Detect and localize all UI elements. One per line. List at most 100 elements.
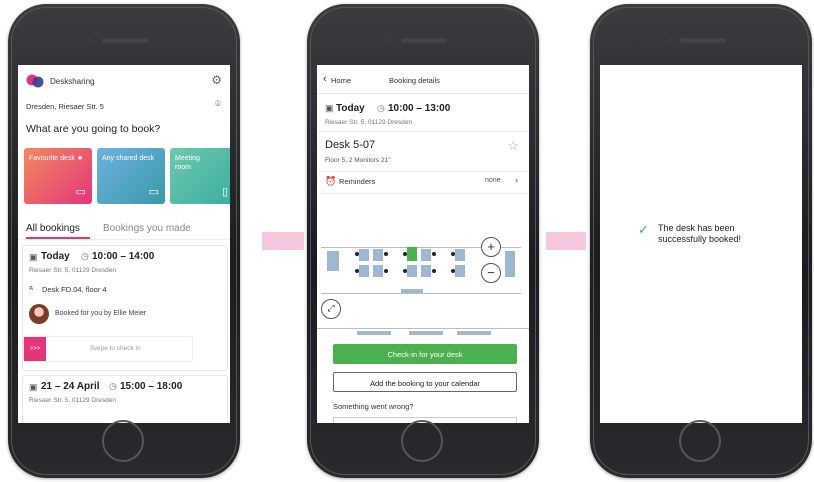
desk[interactable] (407, 265, 417, 277)
booking2-date: 21 – 24 April (41, 381, 100, 392)
chair (432, 269, 436, 273)
header-divider (317, 93, 529, 94)
room-icon: ▯ (221, 186, 228, 198)
zoom-in-button[interactable]: + (481, 237, 501, 257)
home-button[interactable] (102, 420, 144, 462)
booking-time: 10:00 – 14:00 (92, 251, 155, 262)
add-to-calendar-label: Add the booking to your calendar (369, 379, 481, 388)
zoom-out-button[interactable]: − (481, 263, 501, 283)
reminders-label: Reminders (339, 177, 376, 186)
tile-shared-desk[interactable]: Any shared desk ▭ (97, 148, 165, 204)
desk[interactable] (327, 251, 339, 271)
chair (384, 269, 388, 273)
chair (384, 252, 388, 256)
desk[interactable] (455, 265, 465, 277)
desk[interactable] (401, 289, 423, 293)
add-to-calendar-button[interactable]: Add the booking to your calendar (333, 372, 517, 392)
home-button[interactable] (401, 420, 443, 462)
back-chevron-icon[interactable]: ‹ (323, 73, 327, 85)
alarm-clock-icon: ⏰ (325, 176, 337, 186)
swipe-to-check-in[interactable]: >>> Swipe to check in (23, 336, 193, 362)
booking-card-april[interactable]: ▣ 21 – 24 April ◷ 15:00 – 18:00 Riesaer … (22, 375, 228, 423)
phone-confirmation: ✓ The desk has been successfully booked! (590, 4, 812, 478)
front-camera (385, 36, 392, 43)
swipe-handle[interactable]: >>> (24, 337, 46, 361)
chair (403, 269, 407, 273)
desk-chair-icon: ▭ (148, 186, 159, 198)
app-logo-icon (26, 74, 44, 88)
clock-icon: ◷ (81, 251, 89, 261)
check-in-label: Check-in for your desk (387, 350, 463, 359)
booking-address: Riesaer Str. 5, 01129 Dresden (29, 267, 116, 274)
page-title: Booking details (389, 76, 440, 85)
desk[interactable] (359, 265, 369, 277)
swipe-handle-arrows: >>> (29, 346, 41, 352)
tab-all-bookings[interactable]: All bookings (26, 223, 80, 234)
booked-by-text: Booked for you by Ellie Meier (55, 310, 147, 317)
calendar-icon: ▣ (29, 252, 38, 262)
desk[interactable] (409, 331, 443, 335)
desk[interactable] (357, 331, 391, 335)
calendar-icon: ▣ (325, 103, 334, 113)
desk[interactable] (421, 265, 431, 277)
chair (355, 269, 359, 273)
booking-address: Riesaer Str. 5, 01129 Dresden (325, 119, 412, 126)
phone-booking-details: ‹ Home Booking details ▣ Today ◷ 10:00 –… (307, 4, 539, 478)
booking-date: Today (336, 103, 365, 114)
tab-bookings-you-made[interactable]: Bookings you made (103, 223, 191, 234)
reminders-row[interactable]: ⏰ Reminders none › (317, 171, 529, 193)
location-pin-icon[interactable]: ⌾ (215, 99, 221, 110)
home-button[interactable] (679, 420, 721, 462)
help-text: Something went wrong? (333, 402, 414, 411)
desk[interactable] (455, 249, 465, 261)
check-icon: ✓ (638, 222, 649, 237)
people-icon: ጸ (29, 285, 34, 292)
speaker (102, 38, 148, 43)
tile-favourite-desk[interactable]: Favourite desk ★ ▭ (24, 148, 92, 204)
desk-chair-icon: ▭ (75, 186, 86, 198)
section-divider (317, 193, 529, 194)
tile-meeting-room[interactable]: Meeting room ▯ (170, 148, 230, 204)
question-heading: What are you going to book? (26, 123, 161, 135)
front-camera (666, 36, 673, 43)
success-message: The desk has been successfully booked! (658, 223, 742, 244)
desk[interactable] (457, 331, 491, 335)
desk[interactable] (421, 249, 431, 261)
chevron-right-icon: › (515, 175, 518, 185)
connector-right (546, 232, 586, 250)
section-divider (317, 131, 529, 132)
tile-shared-label: Any shared desk (102, 155, 155, 162)
swipe-label: Swipe to check in (90, 345, 141, 352)
booking2-time: 15:00 – 18:00 (120, 381, 183, 392)
booking-time: 10:00 – 13:00 (388, 103, 451, 114)
booking-desk: Desk FD.04, floor 4 (42, 285, 107, 294)
chair (451, 269, 455, 273)
desk-name: Desk 5-07 (325, 139, 376, 151)
back-home-link[interactable]: Home (331, 76, 351, 85)
chair (355, 252, 359, 256)
desk-5-07-selected[interactable] (407, 247, 417, 261)
tabs-divider (18, 239, 230, 240)
fullscreen-icon[interactable]: ⤢ (321, 299, 341, 319)
desk[interactable] (505, 251, 515, 277)
star-icon[interactable]: ☆ (507, 138, 519, 154)
speaker (401, 38, 447, 43)
front-camera (86, 36, 93, 43)
clock-icon: ◷ (109, 381, 117, 391)
booking-card-today[interactable]: ▣ Today ◷ 10:00 – 14:00 Riesaer Str. 5, … (22, 245, 228, 371)
floor-plan-map[interactable]: + − ⤢ (317, 227, 529, 337)
speaker (680, 38, 726, 43)
desk[interactable] (373, 249, 383, 261)
desk[interactable] (373, 265, 383, 277)
location-text[interactable]: Dresden, Riesaer Str. 5 (26, 102, 104, 111)
check-in-button[interactable]: Check-in for your desk (333, 344, 517, 364)
phone-home: Desksharing ⚙ Dresden, Riesaer Str. 5 ⌾ … (8, 4, 240, 478)
connector-left (262, 232, 304, 250)
chair (403, 252, 407, 256)
booking2-address: Riesaer Str. 5, 01129 Dresden (29, 397, 116, 404)
gear-icon[interactable]: ⚙ (211, 73, 222, 87)
desk[interactable] (359, 249, 369, 261)
reminders-value: none (485, 177, 501, 184)
wall (321, 293, 521, 294)
booking-date: Today (41, 251, 70, 262)
